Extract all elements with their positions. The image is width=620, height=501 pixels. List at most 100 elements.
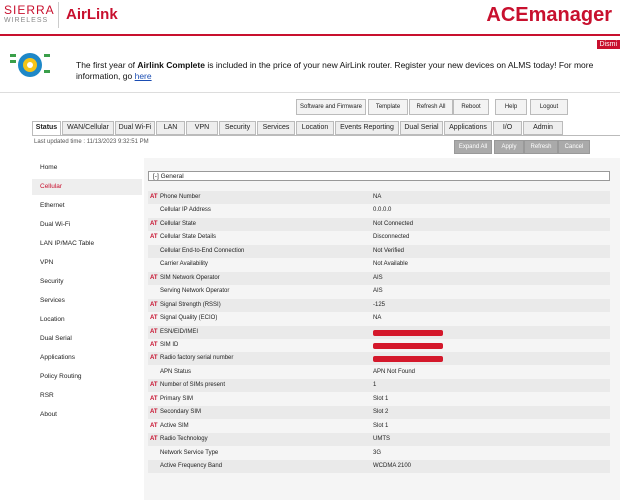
top-bar: SIERRA WIRELESS AirLink ACEmanager — [0, 0, 620, 36]
row-label: Cellular State Details — [160, 231, 216, 244]
at-command-marker: AT — [150, 379, 158, 392]
row-value: -125 — [373, 299, 385, 312]
at-command-marker: AT — [150, 420, 158, 433]
action-cancel-button[interactable]: Cancel — [558, 140, 590, 154]
row-value: AIS — [373, 285, 383, 298]
row-value: 3G — [373, 447, 381, 460]
sidebar-item-ethernet[interactable]: Ethernet — [40, 201, 65, 211]
last-updated-time: Last updated time : 11/13/2023 9:32:51 P… — [34, 139, 149, 145]
status-row: ATESN/EID/IMEI — [148, 326, 610, 339]
sidebar-item-rsr[interactable]: RSR — [40, 391, 54, 401]
sidebar-item-vpn[interactable]: VPN — [40, 258, 53, 268]
status-row: ATSIM ID — [148, 339, 610, 352]
tab-lan[interactable]: LAN — [156, 121, 185, 135]
status-row: ATSignal Strength (RSSI) -125 — [148, 299, 610, 312]
row-value: Not Available — [373, 258, 408, 271]
at-command-marker: AT — [150, 272, 158, 285]
sidebar-item-applications[interactable]: Applications — [40, 353, 75, 363]
airlink-logo: AirLink — [66, 6, 118, 23]
tab-security[interactable]: Security — [219, 121, 256, 135]
row-value: 0.0.0.0 — [373, 204, 391, 217]
sidebar-item-home[interactable]: Home — [40, 163, 57, 173]
banner-divider — [0, 92, 620, 93]
redacted-value — [373, 343, 443, 349]
tab-dual-wi-fi[interactable]: Dual Wi-Fi — [115, 121, 155, 135]
row-value: Slot 1 — [373, 420, 388, 433]
row-label: Radio factory serial number — [160, 352, 233, 365]
tab-events-reporting[interactable]: Events Reporting — [335, 121, 399, 135]
status-row: ATPhone NumberNA — [148, 191, 610, 204]
airlink-complete-icon — [8, 50, 52, 80]
action-apply-button[interactable]: Apply — [494, 140, 524, 154]
row-label: Number of SIMs present — [160, 379, 225, 392]
status-row: ATSIM Network OperatorAIS — [148, 272, 610, 285]
tab-dual-serial[interactable]: Dual Serial — [400, 121, 443, 135]
at-command-marker: AT — [150, 406, 158, 419]
row-value: AIS — [373, 272, 383, 285]
tab-i-o[interactable]: I/O — [493, 121, 522, 135]
row-label: Network Service Type — [160, 447, 218, 460]
status-row: Cellular End-to-End Connection Not Verifi… — [148, 245, 610, 258]
status-row: ATPrimary SIMSlot 1 — [148, 393, 610, 406]
row-value: APN Not Found — [373, 366, 415, 379]
row-label: Cellular End-to-End Connection — [160, 245, 244, 258]
sidebar-item-lan-ip-mac-table[interactable]: LAN IP/MAC Table — [40, 239, 94, 249]
toolbar-button-help[interactable]: Help — [495, 99, 527, 115]
row-label: Signal Strength (RSSI) — [160, 299, 221, 312]
at-command-marker: AT — [150, 312, 158, 325]
at-command-marker: AT — [150, 218, 158, 231]
section-general-header[interactable]: [-] General — [148, 171, 610, 181]
at-command-marker: AT — [150, 299, 158, 312]
sidebar-item-dual-wi-fi[interactable]: Dual Wi-Fi — [40, 220, 70, 230]
tab-applications[interactable]: Applications — [444, 121, 492, 135]
sierra-wireless-logo: SIERRA WIRELESS — [4, 4, 56, 25]
toolbar-button-reboot[interactable]: Reboot — [453, 99, 489, 115]
row-value: NA — [373, 312, 381, 325]
toolbar-button-software-and-firmware[interactable]: Software and Firmware — [296, 99, 366, 115]
status-row: Network Service Type 3G — [148, 447, 610, 460]
status-row: ATNumber of SIMs present 1 — [148, 379, 610, 392]
sidebar-item-cellular[interactable]: Cellular — [40, 182, 62, 192]
row-value: Not Verified — [373, 245, 404, 258]
main-tabs: StatusWAN/CellularDual Wi-FiLANVPNSecuri… — [32, 121, 620, 135]
sidebar-item-policy-routing[interactable]: Policy Routing — [40, 372, 82, 382]
row-value: Slot 1 — [373, 393, 388, 406]
sidebar-item-location[interactable]: Location — [40, 315, 65, 325]
redacted-value — [373, 356, 443, 362]
at-command-marker: AT — [150, 433, 158, 446]
status-row: ATRadio TechnologyUMTS — [148, 433, 610, 446]
at-command-marker: AT — [150, 352, 158, 365]
toolbar-button-template[interactable]: Template — [368, 99, 408, 115]
toolbar-button-refresh-all[interactable]: Refresh All — [409, 99, 453, 115]
sidebar-item-dual-serial[interactable]: Dual Serial — [40, 334, 72, 344]
toolbar-button-logout[interactable]: Logout — [530, 99, 568, 115]
row-value: Disconnected — [373, 231, 409, 244]
row-label: Primary SIM — [160, 393, 193, 406]
row-label: Cellular State — [160, 218, 196, 231]
sidebar-item-about[interactable]: About — [40, 410, 57, 420]
status-row: Carrier AvailabilityNot Available — [148, 258, 610, 271]
logo-divider — [58, 2, 59, 28]
row-label: Phone Number — [160, 191, 200, 204]
row-label: ESN/EID/IMEI — [160, 326, 198, 339]
row-value: 1 — [373, 379, 376, 392]
tab-vpn[interactable]: VPN — [186, 121, 218, 135]
row-label: Radio Technology — [160, 433, 208, 446]
action-refresh-button[interactable]: Refresh — [524, 140, 558, 154]
at-command-marker: AT — [150, 231, 158, 244]
at-command-marker: AT — [150, 326, 158, 339]
tab-location[interactable]: Location — [296, 121, 334, 135]
sidebar-item-services[interactable]: Services — [40, 296, 65, 306]
sidebar-item-security[interactable]: Security — [40, 277, 63, 287]
tab-services[interactable]: Services — [257, 121, 295, 135]
tab-wan-cellular[interactable]: WAN/Cellular — [62, 121, 114, 135]
banner-link[interactable]: here — [135, 71, 152, 81]
status-row: Active Frequency BandWCDMA 2100 — [148, 460, 610, 473]
row-value: Slot 2 — [373, 406, 388, 419]
tab-status[interactable]: Status — [32, 121, 61, 136]
status-row: ATCellular StateNot Connected — [148, 218, 610, 231]
tab-admin[interactable]: Admin — [523, 121, 563, 135]
row-label: Active Frequency Band — [160, 460, 222, 473]
row-label: Active SIM — [160, 420, 189, 433]
action-expand-all-button[interactable]: Expand All — [454, 140, 492, 154]
